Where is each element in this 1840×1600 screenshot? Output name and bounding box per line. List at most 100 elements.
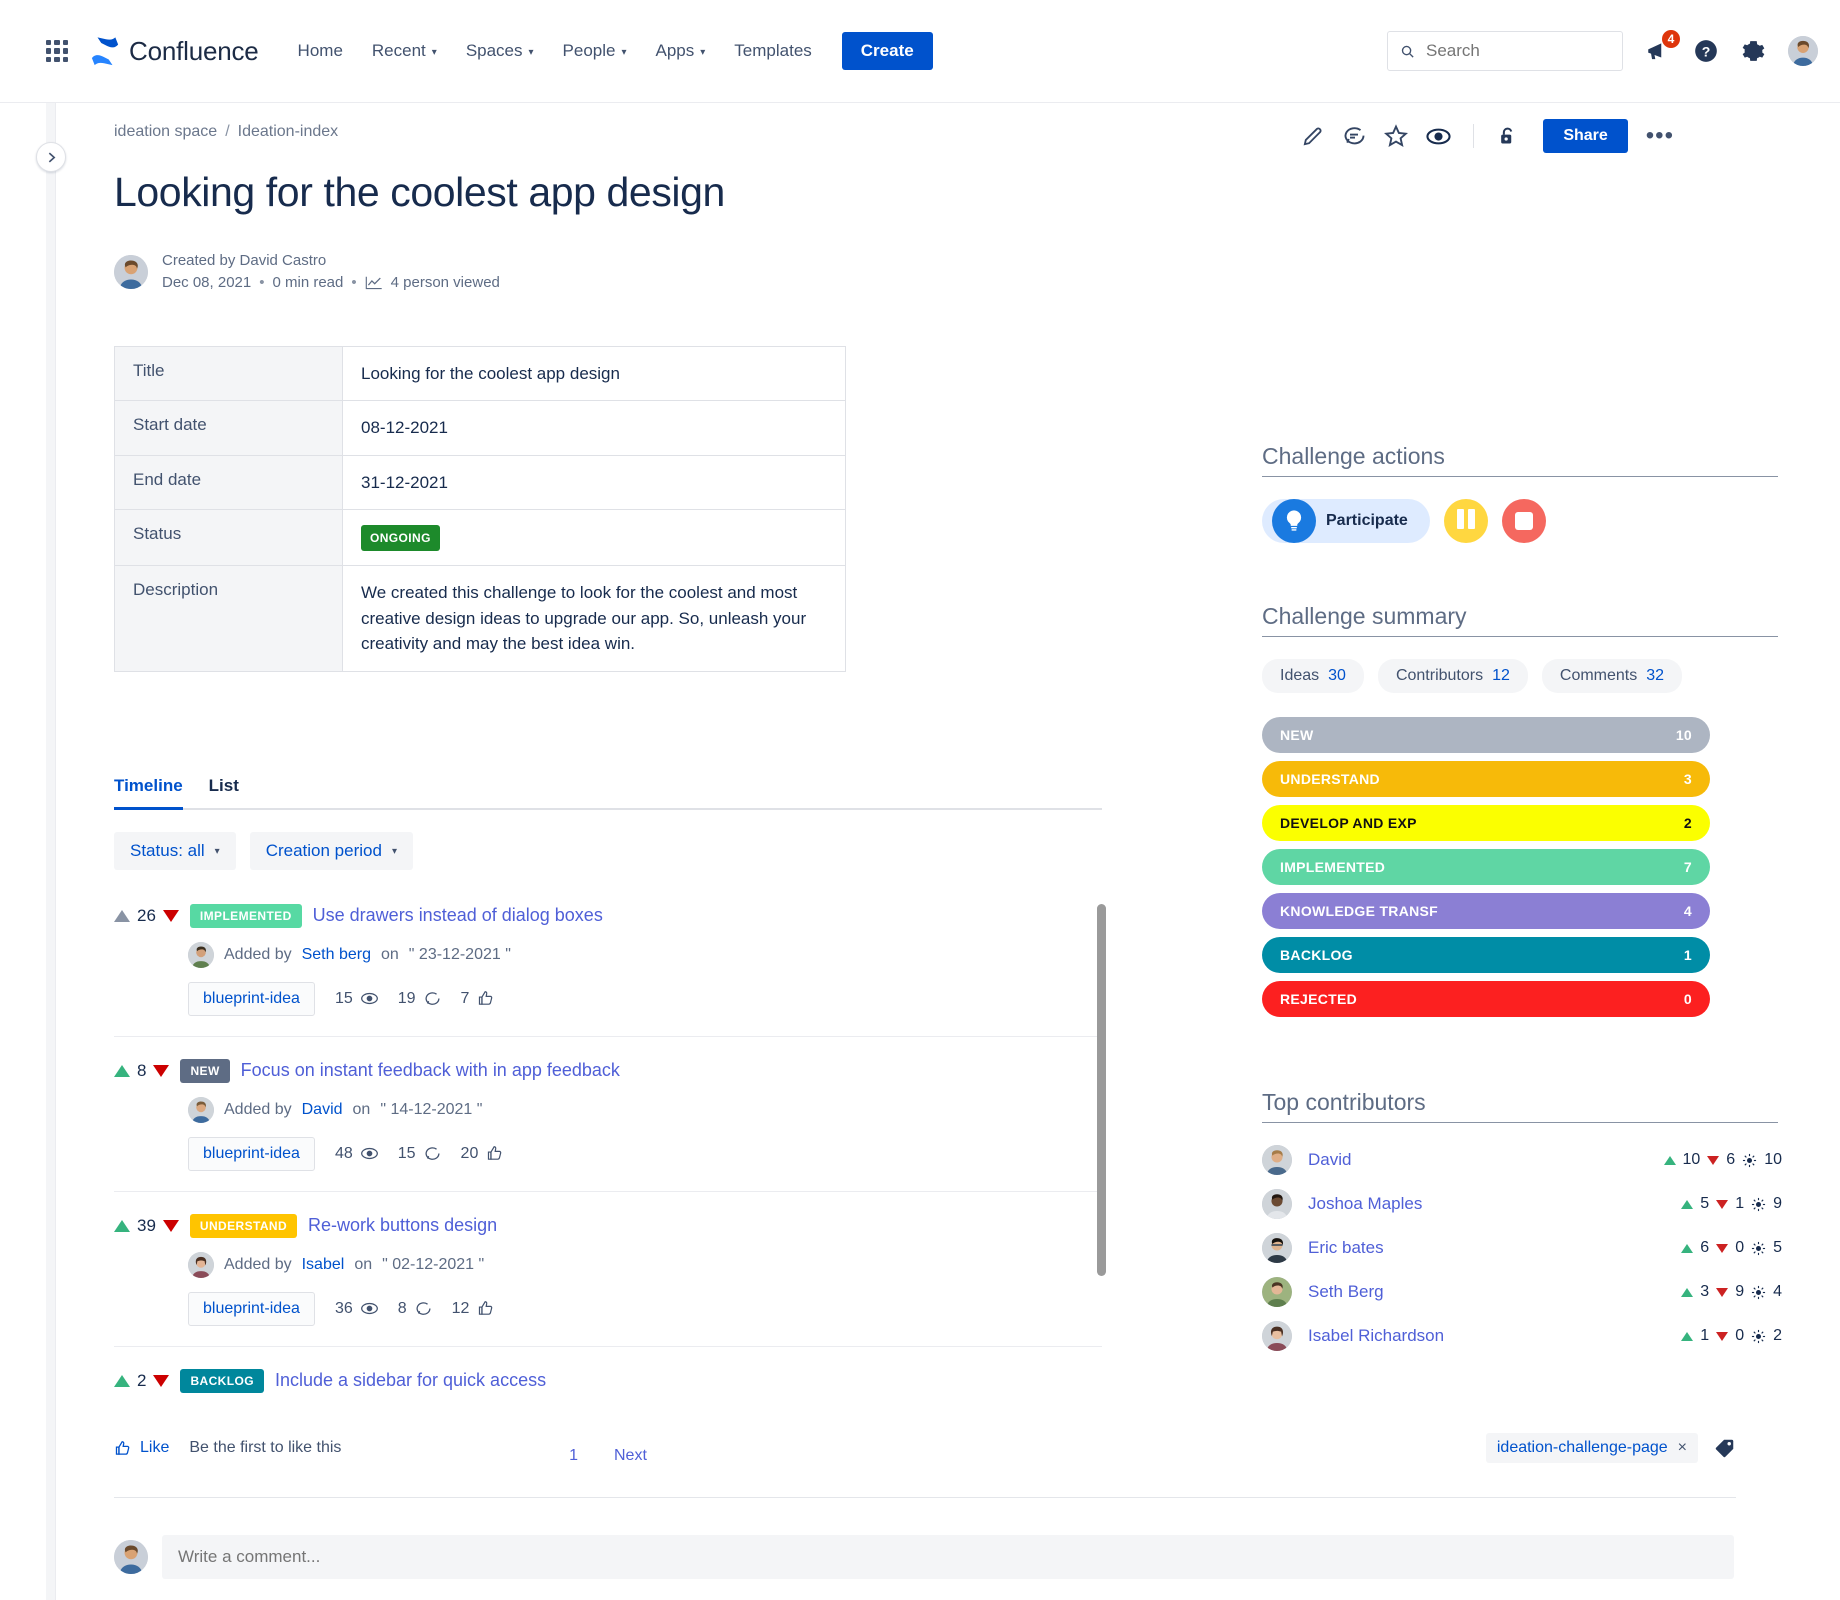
notifications-button[interactable]: 4 xyxy=(1645,38,1671,64)
share-button[interactable]: Share xyxy=(1543,119,1627,153)
status-filter[interactable]: Status: all ▾ xyxy=(114,832,236,870)
status-bar-understand[interactable]: UNDERSTAND 3 xyxy=(1262,761,1710,797)
idea-label-chip[interactable]: blueprint-idea xyxy=(188,1137,315,1171)
contributor-row: Joshoa Maples 5 1 9 xyxy=(1262,1189,1782,1219)
contributor-avatar[interactable] xyxy=(1262,1321,1292,1351)
thumbs-up-icon xyxy=(486,1145,503,1162)
page-action-bar: Share ••• xyxy=(1301,119,1674,153)
nav-item-spaces[interactable]: Spaces ▾ xyxy=(453,33,547,69)
nav-item-apps[interactable]: Apps ▾ xyxy=(643,33,719,69)
tag-chip[interactable]: ideation-challenge-page × xyxy=(1486,1433,1698,1463)
summary-chip-ideas[interactable]: Ideas 30 xyxy=(1262,659,1364,693)
status-bar-develop-and-exp[interactable]: DEVELOP AND EXP 2 xyxy=(1262,805,1710,841)
idea-header: 39 UNDERSTAND Re-work buttons design xyxy=(114,1214,1102,1238)
status-bar-knowledge-transf[interactable]: KNOWLEDGE TRANSF 4 xyxy=(1262,893,1710,929)
contributor-stats: 3 9 4 xyxy=(1681,1283,1782,1301)
section-divider xyxy=(1262,476,1778,477)
contributor-name[interactable]: Joshoa Maples xyxy=(1308,1194,1422,1214)
pause-challenge-button[interactable] xyxy=(1444,499,1488,543)
search-box[interactable] xyxy=(1387,31,1623,71)
contributor-name[interactable]: Eric bates xyxy=(1308,1238,1384,1258)
contributor-name[interactable]: Isabel Richardson xyxy=(1308,1326,1444,1346)
contributor-avatar[interactable] xyxy=(1262,1277,1292,1307)
challenge-info-table: Title Looking for the coolest app design… xyxy=(114,346,846,672)
idea-author-link[interactable]: Isabel xyxy=(302,1256,345,1274)
byline-dot: • xyxy=(351,272,356,294)
likes-stat: 7 xyxy=(461,990,495,1008)
comment-input[interactable] xyxy=(162,1535,1734,1579)
confluence-logo-link[interactable]: Confluence xyxy=(90,36,259,67)
upvote-icon[interactable] xyxy=(114,1220,130,1232)
idea-author-link[interactable]: David xyxy=(302,1101,343,1119)
idea-author-avatar[interactable] xyxy=(188,1097,214,1123)
downvote-icon[interactable] xyxy=(163,910,179,922)
summary-chip-comments[interactable]: Comments 32 xyxy=(1542,659,1682,693)
stop-challenge-button[interactable] xyxy=(1502,499,1546,543)
idea-title-link[interactable]: Focus on instant feedback with in app fe… xyxy=(241,1060,620,1081)
chip-value: 12 xyxy=(1492,667,1510,685)
tab-list[interactable]: List xyxy=(209,776,239,808)
contributor-row: David 10 6 10 xyxy=(1262,1145,1782,1175)
nav-item-home[interactable]: Home xyxy=(285,33,356,69)
edit-page-button[interactable] xyxy=(1301,125,1324,148)
contributor-name[interactable]: David xyxy=(1308,1150,1351,1170)
idea-label-chip[interactable]: blueprint-idea xyxy=(188,982,315,1016)
contributor-stats: 1 0 2 xyxy=(1681,1327,1782,1345)
watch-page-button[interactable] xyxy=(1426,124,1451,149)
app-switcher-icon[interactable] xyxy=(46,40,68,62)
idea-list-scrollbar[interactable] xyxy=(1097,904,1106,1276)
remove-tag-icon[interactable]: × xyxy=(1678,1439,1687,1457)
creation-period-filter[interactable]: Creation period ▾ xyxy=(250,832,413,870)
search-input[interactable] xyxy=(1424,40,1610,62)
idea-title-link[interactable]: Re-work buttons design xyxy=(308,1215,497,1236)
page-restrictions-button[interactable] xyxy=(1496,125,1519,148)
idea-label-chip[interactable]: blueprint-idea xyxy=(188,1292,315,1326)
expand-sidebar-button[interactable] xyxy=(36,142,66,172)
idea-author-link[interactable]: Seth berg xyxy=(302,946,371,964)
help-button[interactable]: ? xyxy=(1693,38,1719,64)
summary-chip-contributors[interactable]: Contributors 12 xyxy=(1378,659,1528,693)
comment-page-button[interactable] xyxy=(1342,124,1366,148)
idea-title-link[interactable]: Use drawers instead of dialog boxes xyxy=(313,905,603,926)
breadcrumb-page[interactable]: Ideation-index xyxy=(238,123,339,141)
breadcrumb-space[interactable]: ideation space xyxy=(114,123,217,141)
star-page-button[interactable] xyxy=(1384,124,1408,148)
settings-button[interactable] xyxy=(1741,39,1766,64)
status-bar-rejected[interactable]: REJECTED 0 xyxy=(1262,981,1710,1017)
status-bar-new[interactable]: NEW 10 xyxy=(1262,717,1710,753)
nav-item-templates[interactable]: Templates xyxy=(721,33,824,69)
contributor-avatar[interactable] xyxy=(1262,1145,1292,1175)
chevron-down-icon: ▾ xyxy=(621,47,626,58)
like-button[interactable]: Like xyxy=(114,1439,169,1457)
status-bar-implemented[interactable]: IMPLEMENTED 7 xyxy=(1262,849,1710,885)
more-actions-button[interactable]: ••• xyxy=(1646,131,1674,141)
nav-item-recent[interactable]: Recent ▾ xyxy=(359,33,450,69)
comment-icon xyxy=(424,990,441,1007)
status-bar-backlog[interactable]: BACKLOG 1 xyxy=(1262,937,1710,973)
create-button[interactable]: Create xyxy=(842,32,933,70)
downvote-icon[interactable] xyxy=(163,1220,179,1232)
contributor-name[interactable]: Seth Berg xyxy=(1308,1282,1384,1302)
views-stat: 48 xyxy=(335,1145,378,1163)
contributor-downvotes: 0 xyxy=(1735,1327,1744,1345)
user-avatar-button[interactable] xyxy=(1788,36,1818,66)
tag-icon[interactable] xyxy=(1714,1437,1736,1459)
participate-button[interactable]: Participate xyxy=(1262,499,1430,543)
chip-label: Comments xyxy=(1560,667,1637,685)
upvote-icon[interactable] xyxy=(114,1065,130,1077)
upvote-icon[interactable] xyxy=(114,1375,130,1387)
idea-title-link[interactable]: Include a sidebar for quick access xyxy=(275,1370,546,1391)
idea-status-badge: IMPLEMENTED xyxy=(190,904,302,928)
contributor-avatar[interactable] xyxy=(1262,1189,1292,1219)
author-avatar[interactable] xyxy=(114,255,148,289)
upvote-icon[interactable] xyxy=(114,910,130,922)
tab-timeline[interactable]: Timeline xyxy=(114,776,183,808)
idea-author-avatar[interactable] xyxy=(188,942,214,968)
nav-item-people[interactable]: People ▾ xyxy=(550,33,640,69)
contributor-avatar[interactable] xyxy=(1262,1233,1292,1263)
idea-author-avatar[interactable] xyxy=(188,1252,214,1278)
downvote-icon[interactable] xyxy=(153,1065,169,1077)
on-label: on xyxy=(381,946,399,964)
downvote-icon[interactable] xyxy=(153,1375,169,1387)
vote-control: 8 xyxy=(114,1061,169,1081)
